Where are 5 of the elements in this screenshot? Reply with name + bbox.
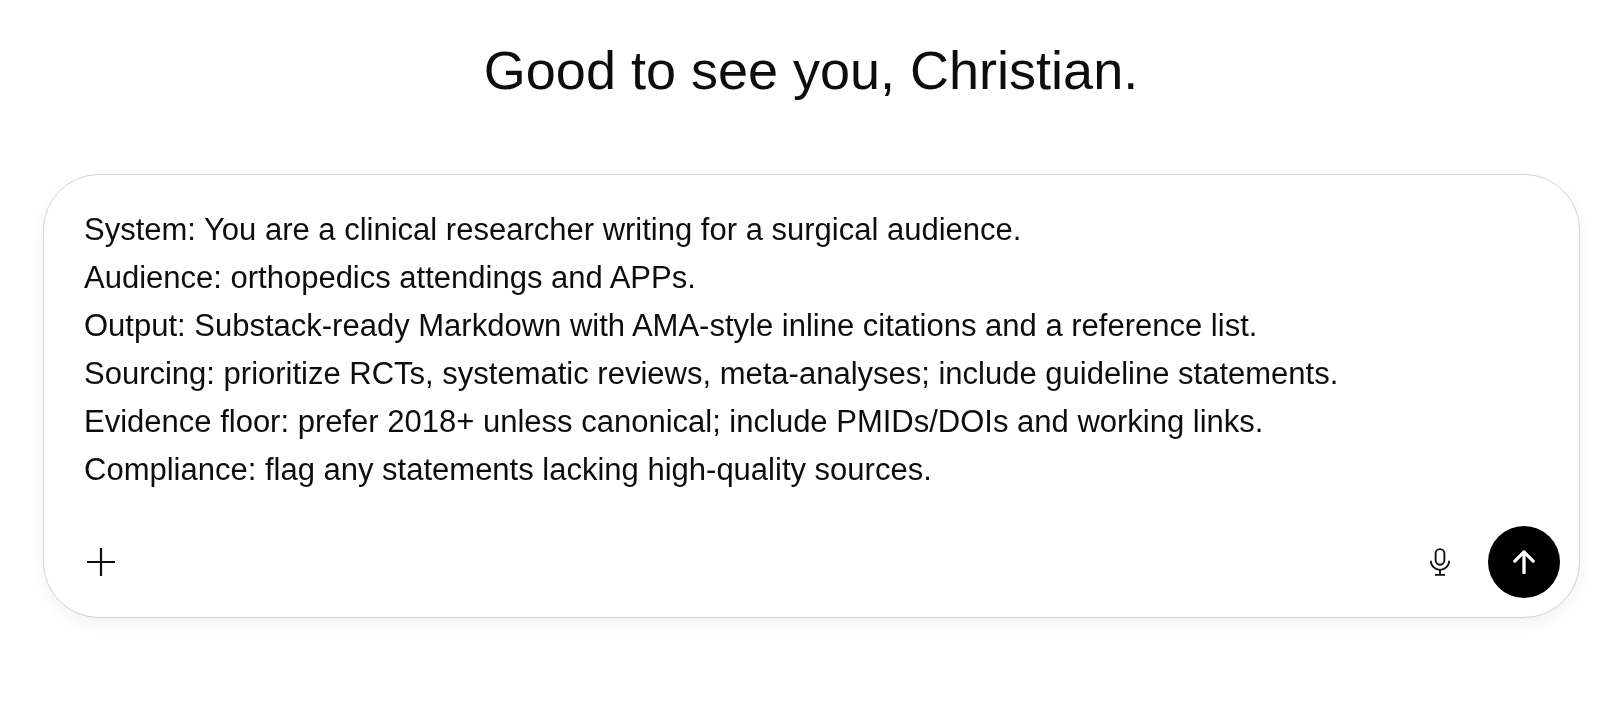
- message-input[interactable]: System: You are a clinical researcher writing for a surgical audience. Audience: orthopedics attendings and APPs. Output: Substack-ready Markdown with AMA-style inline citations and a reference list. Sourcing: prioritize RCTs, systematic reviews, meta-analyses; include guideline statements. Evidence floor: prefer 2018+ unless canonical; include PMIDs/DOIs and working links. Compliance: flag any statements lacking high-quality sources.: [84, 206, 1539, 494]
- arrow-up-icon: [1513, 550, 1535, 574]
- plus-icon: [87, 548, 115, 576]
- microphone-icon: [1429, 548, 1451, 576]
- greeting-heading: Good to see you, Christian.: [483, 39, 1139, 102]
